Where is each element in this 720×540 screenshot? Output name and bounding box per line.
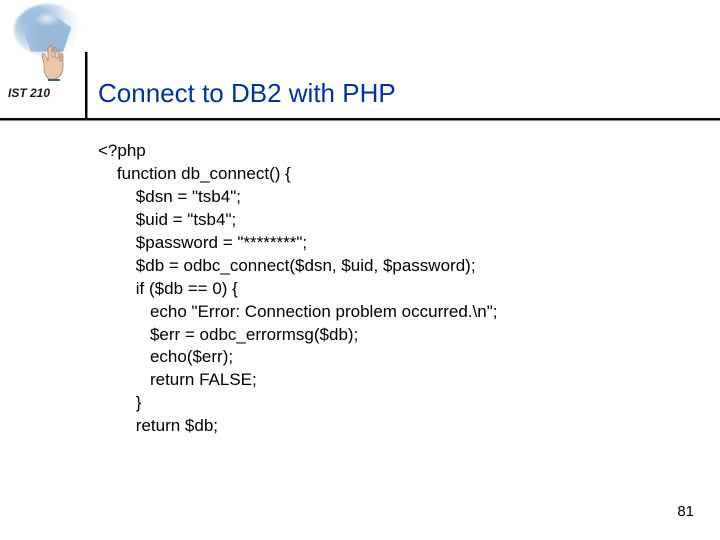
course-code-label: IST 210 (8, 86, 50, 100)
code-listing: <?php function db_connect() { $dsn = "ts… (98, 140, 497, 438)
divider-vertical (85, 52, 87, 118)
hand-icon (38, 43, 68, 81)
slide-title: Connect to DB2 with PHP (98, 78, 396, 115)
page-number: 81 (677, 503, 694, 520)
divider-horizontal (0, 118, 720, 120)
